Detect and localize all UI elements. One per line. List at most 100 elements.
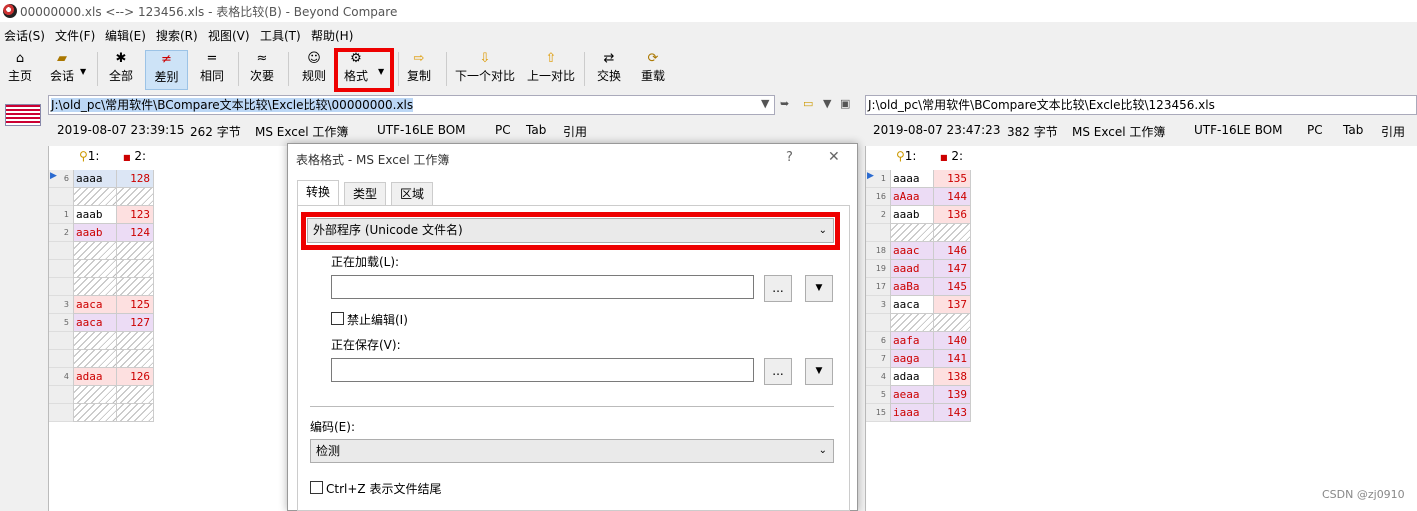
left-filetype[interactable]: MS Excel 工作簿 <box>255 123 348 140</box>
saving-dropdown-button[interactable]: ▼ <box>805 358 833 385</box>
cell-col1[interactable] <box>73 242 117 260</box>
cell-col1[interactable] <box>890 314 934 332</box>
right-quote[interactable]: 引用 <box>1381 123 1405 140</box>
cell-col1[interactable] <box>73 332 117 350</box>
rules-button[interactable]: ☺ 规则 <box>298 50 330 90</box>
cell-col2[interactable]: 139 <box>934 386 971 404</box>
cell-col1[interactable]: aaBa <box>890 278 934 296</box>
close-button[interactable]: ✕ <box>828 149 840 165</box>
cell-col2[interactable]: 136 <box>934 206 971 224</box>
cell-col1[interactable]: aaaa <box>890 170 934 188</box>
tab-conversion[interactable]: 转换 <box>297 180 340 205</box>
cell-col1[interactable] <box>73 278 117 296</box>
cell-col1[interactable]: aaca <box>73 296 117 314</box>
cell-col1[interactable]: aAaa <box>890 188 934 206</box>
menu-help[interactable]: 帮助(H) <box>311 27 353 44</box>
reload-button[interactable]: ⟳ 重载 <box>637 50 669 90</box>
cell-col2[interactable]: 135 <box>934 170 971 188</box>
cell-col1[interactable] <box>73 260 117 278</box>
swap-button[interactable]: ⇄ 交换 <box>593 50 625 90</box>
tab-type[interactable]: 类型 <box>344 182 387 205</box>
cell-col1[interactable]: aaca <box>890 296 934 314</box>
cell-col1[interactable]: aaab <box>890 206 934 224</box>
cell-col2[interactable] <box>117 386 154 404</box>
menu-search[interactable]: 搜索(R) <box>156 27 198 44</box>
thumbnail-overview-icon[interactable] <box>5 104 41 126</box>
cell-col2[interactable]: 147 <box>934 260 971 278</box>
format-button[interactable]: ⚙ 格式 <box>340 50 372 90</box>
cell-col1[interactable]: aaab <box>73 224 117 242</box>
cell-col1[interactable]: aaad <box>890 260 934 278</box>
conversion-select[interactable]: 外部程序 (Unicode 文件名) ⌄ <box>307 218 834 243</box>
home-button[interactable]: ⌂ 主页 <box>4 50 36 90</box>
left-col1-header[interactable]: ⚲1: <box>79 146 99 166</box>
right-encoding[interactable]: UTF-16LE BOM <box>1194 123 1283 137</box>
cell-col1[interactable] <box>890 224 934 242</box>
cell-col1[interactable]: aaga <box>890 350 934 368</box>
left-encoding[interactable]: UTF-16LE BOM <box>377 123 466 137</box>
loading-dropdown-button[interactable]: ▼ <box>805 275 833 302</box>
show-same-button[interactable]: = 相同 <box>196 50 228 90</box>
save-icon[interactable]: ▣ <box>840 97 850 110</box>
cell-col1[interactable]: adaa <box>73 368 117 386</box>
cell-col2[interactable]: 137 <box>934 296 971 314</box>
left-quote[interactable]: 引用 <box>563 123 587 140</box>
cell-col2[interactable]: 144 <box>934 188 971 206</box>
help-button[interactable]: ? <box>786 150 793 165</box>
cell-col1[interactable]: aaac <box>890 242 934 260</box>
saving-browse-button[interactable]: ... <box>764 358 792 385</box>
cell-col2[interactable] <box>117 260 154 278</box>
right-filetype[interactable]: MS Excel 工作簿 <box>1072 123 1165 140</box>
cell-col2[interactable]: 128 <box>117 170 154 188</box>
right-col1-header[interactable]: ⚲1: <box>896 146 916 166</box>
cell-col2[interactable]: 127 <box>117 314 154 332</box>
next-diff-button[interactable]: ⇩ 下一个对比 <box>453 50 517 90</box>
cell-col2[interactable] <box>117 242 154 260</box>
cell-col1[interactable]: aafa <box>890 332 934 350</box>
cell-col2[interactable]: 138 <box>934 368 971 386</box>
cell-col2[interactable]: 126 <box>117 368 154 386</box>
menu-view[interactable]: 视图(V) <box>208 27 250 44</box>
cell-col1[interactable]: iaaa <box>890 404 934 422</box>
disable-edit-checkbox[interactable] <box>331 312 344 325</box>
cell-col2[interactable]: 143 <box>934 404 971 422</box>
cell-col2[interactable]: 145 <box>934 278 971 296</box>
session-dropdown-icon[interactable]: ▼ <box>80 67 86 76</box>
left-path-dropdown-icon[interactable]: ▼ <box>761 97 769 110</box>
menu-edit[interactable]: 编辑(E) <box>105 27 146 44</box>
cell-col2[interactable]: 141 <box>934 350 971 368</box>
cell-col2[interactable] <box>934 314 971 332</box>
format-dropdown-icon[interactable]: ▼ <box>378 67 384 76</box>
cell-col1[interactable] <box>73 350 117 368</box>
cell-col2[interactable]: 123 <box>117 206 154 224</box>
right-line-ending[interactable]: PC <box>1307 123 1323 137</box>
cell-col2[interactable] <box>117 350 154 368</box>
cell-col2[interactable]: 124 <box>117 224 154 242</box>
right-path-input[interactable]: J:\old_pc\常用软件\BCompare文本比较\Excle比较\1234… <box>865 95 1417 115</box>
right-grid[interactable]: ⚲1: ■ 2: 1 aaaa 135 16 aAaa 144 2 aaab 136 18 aaac… <box>865 146 1417 511</box>
cell-col2[interactable] <box>117 332 154 350</box>
cell-col1[interactable] <box>73 404 117 422</box>
cell-col1[interactable]: aaab <box>73 206 117 224</box>
folder-open-icon[interactable]: ▭ <box>803 97 813 110</box>
right-tab[interactable]: Tab <box>1343 123 1363 137</box>
left-col2-header[interactable]: ■ 2: <box>123 146 146 166</box>
cell-col1[interactable]: aaaa <box>73 170 117 188</box>
cell-col2[interactable]: 125 <box>117 296 154 314</box>
left-tab[interactable]: Tab <box>526 123 546 137</box>
refresh-arrow-icon[interactable]: ➥ <box>780 97 789 110</box>
cell-col2[interactable]: 140 <box>934 332 971 350</box>
cell-col2[interactable] <box>934 224 971 242</box>
show-diffs-button[interactable]: ≠ 差别 <box>145 50 188 90</box>
menu-tools[interactable]: 工具(T) <box>260 27 301 44</box>
cell-col2[interactable] <box>117 188 154 206</box>
cell-col1[interactable]: aeaa <box>890 386 934 404</box>
cell-col1[interactable] <box>73 188 117 206</box>
tab-region[interactable]: 区域 <box>391 182 434 205</box>
session-button[interactable]: ▰ 会话 <box>46 50 78 90</box>
cell-col1[interactable] <box>73 386 117 404</box>
copy-button[interactable]: ⇨ 复制 <box>403 50 435 90</box>
cell-col2[interactable] <box>117 278 154 296</box>
browse-dropdown-icon[interactable]: ▼ <box>823 97 831 110</box>
minor-button[interactable]: ≈ 次要 <box>246 50 278 90</box>
